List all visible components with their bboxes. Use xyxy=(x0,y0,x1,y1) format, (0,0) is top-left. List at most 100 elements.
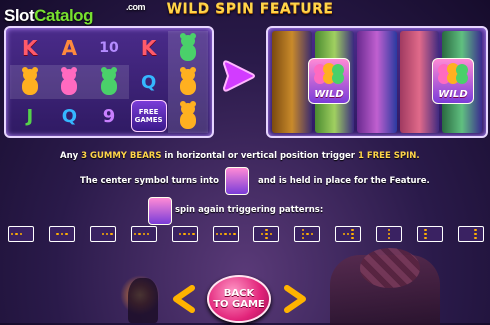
pattern-cell xyxy=(387,233,391,235)
next-page-icon[interactable] xyxy=(283,285,309,313)
gummy-bear-icon xyxy=(177,101,199,129)
pattern-cell xyxy=(146,233,150,235)
pattern-cell xyxy=(133,233,137,235)
pattern-cell xyxy=(387,237,391,239)
pattern-icon xyxy=(212,226,239,242)
gummy-bear-icon xyxy=(19,67,41,95)
pattern-cell xyxy=(224,233,227,235)
pattern-cell xyxy=(424,229,427,231)
pattern-cell xyxy=(183,233,186,235)
pattern-cell xyxy=(69,236,73,240)
slotcatalog-logo: SlotCatalog .com xyxy=(4,2,146,25)
free-games-symbol: FREE GAMES xyxy=(130,100,167,132)
pattern-cell xyxy=(187,233,191,235)
card-symbol: A xyxy=(61,36,78,60)
pattern-cell xyxy=(109,228,113,232)
pattern-cell xyxy=(150,236,154,240)
wild-symbol-small xyxy=(148,197,172,225)
pattern-cell xyxy=(260,233,264,235)
pattern-cell xyxy=(351,229,354,231)
pattern-cell xyxy=(215,233,218,235)
rule-line-3: spin again triggering patterns: xyxy=(175,205,324,215)
trigger-patterns xyxy=(8,226,484,246)
pattern-cell xyxy=(346,236,350,240)
reel-cell xyxy=(89,65,129,99)
wild-symbol: WILD xyxy=(308,58,350,104)
pattern-cell xyxy=(191,236,195,240)
pattern-cell xyxy=(355,236,359,240)
pattern-cell xyxy=(265,229,268,231)
pattern-cell xyxy=(233,233,236,235)
pattern-icon xyxy=(130,226,157,242)
pattern-icon xyxy=(294,226,321,242)
card-symbol: 10 xyxy=(99,40,119,56)
gummy-bear-icon xyxy=(58,67,80,95)
rule-line-2b: and is held in place for the Feature. xyxy=(258,176,430,186)
reel-cell: K xyxy=(129,31,169,65)
pattern-icon xyxy=(8,226,34,242)
pattern-cell xyxy=(179,233,182,235)
pattern-cell xyxy=(296,236,300,240)
pattern-cell xyxy=(314,236,318,240)
pattern-icon xyxy=(457,226,484,242)
reels-before-panel: K A 10 K Q J Q 9 FREE GAMES xyxy=(4,26,214,138)
gummy-bear-icon xyxy=(98,67,120,95)
reel-cell: A xyxy=(50,31,90,65)
pattern-cell xyxy=(424,233,427,235)
sofa-armrest xyxy=(360,248,420,288)
cat-silhouette xyxy=(128,278,158,323)
feature-title: WILD SPIN FEATURE xyxy=(166,1,334,17)
pattern-cell xyxy=(301,233,305,235)
reel-cell: Q xyxy=(129,65,169,99)
pattern-cell xyxy=(260,228,264,232)
pattern-cell xyxy=(347,233,350,235)
reel-grid: K A 10 K Q J Q 9 FREE GAMES xyxy=(10,31,208,133)
pattern-cell xyxy=(269,233,273,235)
pattern-icon xyxy=(417,226,444,242)
pattern-icon xyxy=(171,226,198,242)
card-symbol: Q xyxy=(61,105,78,127)
pattern-cell xyxy=(469,236,473,240)
wild-symbol-small xyxy=(225,167,249,195)
pattern-cell xyxy=(387,229,391,231)
pattern-cell xyxy=(474,229,477,231)
pattern-cell xyxy=(191,228,195,232)
pattern-cell xyxy=(265,237,268,239)
pattern-cell xyxy=(474,237,477,239)
pattern-cell xyxy=(192,233,195,235)
pattern-cell xyxy=(478,236,482,240)
previous-page-icon[interactable] xyxy=(170,285,196,313)
reel-cell: J xyxy=(10,99,50,133)
reels-after-panel: WILD WILD xyxy=(266,26,488,138)
reel-strip xyxy=(272,31,312,133)
pattern-icon xyxy=(253,226,280,242)
card-symbol: K xyxy=(140,36,157,60)
pattern-cell xyxy=(424,237,427,239)
pattern-cell xyxy=(310,233,313,235)
pattern-cell xyxy=(306,233,309,235)
card-symbol: 9 xyxy=(102,105,116,127)
pattern-cell xyxy=(351,233,354,235)
pattern-cell xyxy=(342,233,346,235)
card-symbol: Q xyxy=(140,71,157,93)
reel-cell xyxy=(168,31,208,65)
gummy-bears-icon xyxy=(438,63,468,84)
pattern-cell xyxy=(15,233,18,235)
reel-cell xyxy=(10,65,50,99)
pattern-cell xyxy=(232,228,236,232)
gummy-bear-icon xyxy=(177,33,199,61)
pattern-cell xyxy=(65,233,68,235)
back-to-game-button[interactable]: BACK TO GAME xyxy=(207,275,271,323)
wild-symbol: WILD xyxy=(432,58,474,104)
arrow-right-icon xyxy=(222,60,255,92)
pattern-cell xyxy=(219,233,223,235)
card-symbol: J xyxy=(26,105,34,127)
pattern-icon xyxy=(89,226,116,242)
gummy-bears-icon xyxy=(314,63,344,84)
pattern-cell xyxy=(60,233,64,235)
pattern-cell xyxy=(110,233,113,235)
pattern-cell xyxy=(383,236,387,240)
pattern-cell xyxy=(419,236,423,240)
pattern-cell xyxy=(106,233,109,235)
pattern-cell xyxy=(101,233,104,235)
